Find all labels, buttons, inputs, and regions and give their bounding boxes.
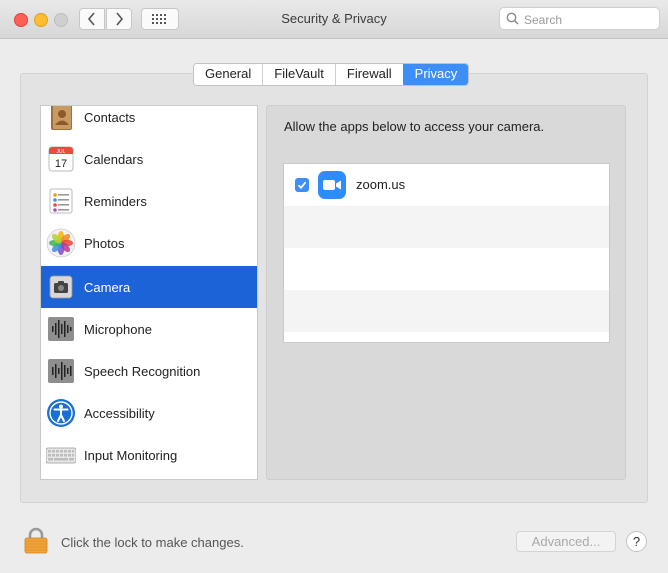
sidebar-item-label: Microphone bbox=[84, 321, 152, 337]
photos-icon bbox=[46, 228, 76, 258]
sidebar-item-label: Speech Recognition bbox=[84, 363, 201, 379]
help-button[interactable]: ? bbox=[626, 531, 647, 552]
reminders-icon bbox=[49, 188, 73, 214]
calendar-icon-day: 17 bbox=[55, 158, 67, 170]
camera-icon bbox=[49, 275, 73, 299]
list-item-empty bbox=[284, 290, 609, 332]
microphone-icon bbox=[48, 317, 74, 341]
sidebar-item-label: Calendars bbox=[84, 151, 144, 167]
calendar-icon: JUL 17 bbox=[48, 146, 74, 172]
sidebar-item-label: Input Monitoring bbox=[84, 447, 178, 463]
sidebar-item-photos[interactable]: Photos bbox=[41, 222, 257, 264]
zoom-icon bbox=[318, 171, 346, 199]
checkmark-icon bbox=[297, 181, 307, 190]
speech-recognition-icon bbox=[48, 359, 74, 383]
zoom-access-checkbox[interactable] bbox=[295, 178, 309, 192]
camera-access-description: Allow the apps below to access your came… bbox=[284, 119, 545, 134]
contacts-icon bbox=[51, 106, 72, 130]
tab-firewall[interactable]: Firewall bbox=[334, 64, 403, 85]
sidebar-item-reminders[interactable]: Reminders bbox=[41, 180, 257, 222]
sidebar-item-speech-recognition[interactable]: Speech Recognition bbox=[41, 350, 257, 392]
calendar-icon-month: JUL bbox=[57, 149, 66, 155]
privacy-category-list[interactable]: Contacts JUL 17 Calendars Reminders Phot… bbox=[40, 105, 258, 480]
sidebar-item-microphone[interactable]: Microphone bbox=[41, 308, 257, 350]
sidebar-item-calendars[interactable]: JUL 17 Calendars bbox=[41, 138, 257, 180]
sidebar-item-contacts[interactable]: Contacts bbox=[41, 106, 257, 138]
lock-status-text: Click the lock to make changes. bbox=[61, 535, 244, 550]
title-bar: Security & Privacy bbox=[0, 0, 668, 39]
sidebar-item-label: Contacts bbox=[84, 109, 136, 125]
list-item[interactable]: zoom.us bbox=[284, 164, 609, 206]
sidebar-item-label: Photos bbox=[84, 235, 125, 251]
lock-icon[interactable] bbox=[24, 527, 48, 554]
tab-bar: General FileVault Firewall Privacy bbox=[193, 63, 470, 86]
sidebar-item-camera[interactable]: Camera bbox=[41, 266, 257, 308]
list-item-empty bbox=[284, 206, 609, 248]
sidebar-item-label: Camera bbox=[84, 279, 131, 295]
app-name: zoom.us bbox=[356, 177, 406, 192]
tab-privacy[interactable]: Privacy bbox=[402, 64, 469, 85]
search-icon bbox=[506, 12, 519, 25]
app-list[interactable]: zoom.us bbox=[283, 163, 610, 343]
sidebar-item-accessibility[interactable]: Accessibility bbox=[41, 392, 257, 434]
search-field[interactable] bbox=[499, 7, 660, 30]
tab-filevault[interactable]: FileVault bbox=[262, 64, 335, 85]
sidebar-item-input-monitoring[interactable]: Input Monitoring bbox=[41, 434, 257, 476]
list-item-empty bbox=[284, 248, 609, 290]
accessibility-icon bbox=[47, 399, 75, 427]
sidebar-item-label: Reminders bbox=[84, 193, 147, 209]
advanced-button[interactable]: Advanced... bbox=[516, 531, 616, 552]
sidebar-item-label: Accessibility bbox=[84, 405, 155, 421]
tab-general[interactable]: General bbox=[194, 64, 263, 85]
keyboard-icon bbox=[46, 447, 76, 464]
search-input[interactable] bbox=[522, 10, 656, 29]
